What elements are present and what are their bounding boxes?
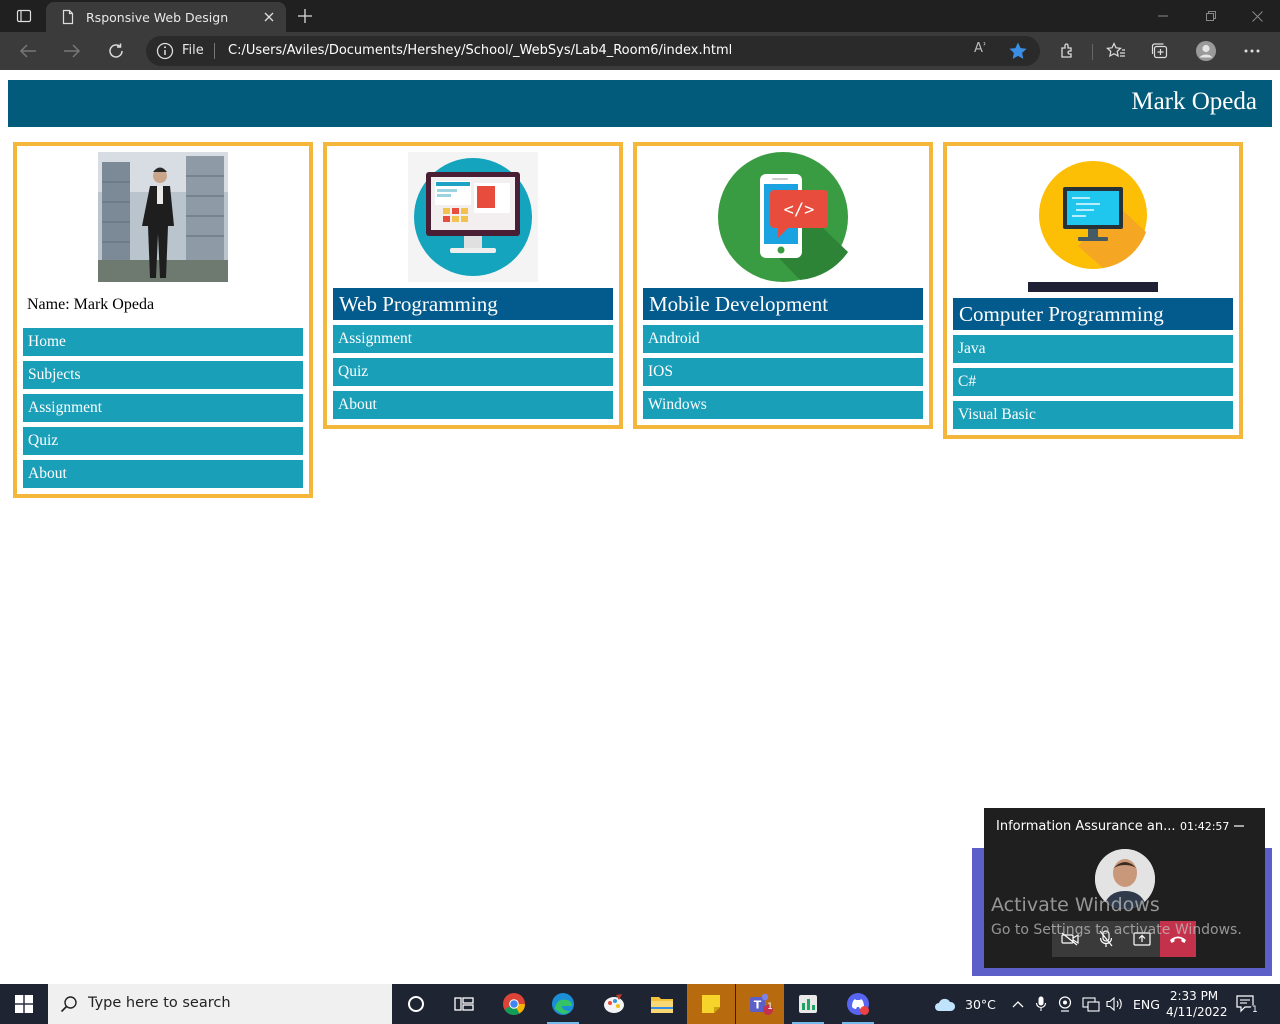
site-owner-name: Mark Opeda — [1131, 88, 1257, 115]
teams-app-icon[interactable]: T 1 — [736, 984, 784, 1024]
meeting-timer: 01:42:57 — [1180, 820, 1230, 833]
minimize-call-icon[interactable] — [1234, 816, 1250, 834]
windows-start-icon[interactable] — [0, 984, 48, 1024]
address-divider — [214, 43, 215, 59]
cp-link-java[interactable]: Java — [953, 335, 1233, 363]
cloud-icon — [935, 998, 956, 1011]
cortana-icon[interactable] — [392, 984, 440, 1024]
restore-icon[interactable] — [1188, 0, 1234, 32]
mobile-development-image: </> — [718, 152, 848, 282]
cp-link-visual-basic[interactable]: Visual Basic — [953, 401, 1233, 429]
back-icon[interactable] — [13, 37, 43, 65]
teams-call-window[interactable]: Information Assurance an... 01:42:57 — [984, 808, 1265, 968]
task-view-icon[interactable] — [440, 984, 488, 1024]
nav-link-home[interactable]: Home — [23, 328, 303, 356]
web-link-assignment[interactable]: Assignment — [333, 325, 613, 353]
hang-up-icon[interactable] — [1160, 921, 1196, 957]
volume-icon[interactable] — [1106, 984, 1124, 1024]
temperature: 30°C — [965, 996, 996, 1012]
nav-link-about[interactable]: About — [23, 460, 303, 488]
page-icon — [62, 9, 74, 25]
network-icon[interactable] — [1082, 984, 1100, 1024]
close-window-icon[interactable] — [1234, 0, 1280, 32]
computer-programming-card: Computer Programming Java C# Visual Basi… — [943, 142, 1243, 439]
call-controls — [1052, 921, 1196, 957]
microphone-icon[interactable] — [1036, 984, 1046, 1024]
extensions-icon[interactable] — [1056, 40, 1080, 62]
meeting-title: Information Assurance an... — [996, 819, 1176, 834]
site-header: Mark Opeda — [8, 80, 1272, 127]
collections-icon[interactable] — [1148, 40, 1172, 62]
favorites-icon[interactable] — [1104, 40, 1128, 62]
minimize-icon[interactable] — [1140, 0, 1186, 32]
url-text[interactable]: C:/Users/Aviles/Documents/Hershey/School… — [228, 43, 732, 58]
weather-widget[interactable]: 30°C — [934, 984, 996, 1024]
webcam-icon[interactable] — [1058, 984, 1072, 1024]
web-programming-card: Web Programming Assignment Quiz About — [323, 142, 623, 429]
card-heading-mobile-development: Mobile Development — [643, 288, 923, 320]
card-heading-web-programming: Web Programming — [333, 288, 613, 320]
share-screen-icon[interactable] — [1124, 921, 1160, 957]
profile-card: Name: Mark Opeda Home Subjects Assignmen… — [13, 142, 313, 498]
clock-time: 2:33 PM — [1169, 989, 1219, 1003]
taskbar-search-box[interactable]: Type here to search — [48, 984, 392, 1024]
svg-text:</>: </> — [784, 200, 815, 220]
favorite-star-icon[interactable] — [1008, 41, 1028, 61]
web-programming-image — [408, 152, 538, 282]
notification-center-icon[interactable]: 1 — [1236, 984, 1266, 1024]
mic-off-icon[interactable] — [1088, 921, 1124, 957]
clock-date: 4/11/2022 — [1166, 1005, 1228, 1019]
edge-app-icon[interactable] — [539, 984, 587, 1024]
discord-app-icon[interactable] — [834, 984, 882, 1024]
nav-link-subjects[interactable]: Subjects — [23, 361, 303, 389]
participant-avatar — [1095, 849, 1155, 909]
taskbar-clock[interactable]: 2:33 PM 4/11/2022 — [1166, 988, 1228, 1020]
teams-badge: 1 — [767, 1002, 773, 1012]
profile-avatar-icon[interactable] — [1194, 40, 1218, 62]
language-indicator[interactable]: ENG — [1133, 984, 1160, 1024]
refresh-icon[interactable] — [101, 37, 131, 65]
browser-tab-bar: Rsponsive Web Design — [0, 0, 1280, 32]
browser-toolbar: File C:/Users/Aviles/Documents/Hershey/S… — [0, 32, 1280, 70]
taskbar: Type here to search T 1 30°C ENG 2:33 PM… — [0, 984, 1280, 1024]
show-hidden-icons-chevron-icon[interactable] — [1012, 984, 1024, 1024]
scheme-label: File — [182, 43, 204, 58]
toolbar-divider — [1092, 44, 1093, 60]
tab-actions-icon[interactable] — [8, 4, 40, 28]
mobile-development-card: </> Mobile Development Android IOS Windo… — [633, 142, 933, 429]
search-icon — [60, 996, 77, 1013]
mobile-link-android[interactable]: Android — [643, 325, 923, 353]
camera-off-icon[interactable] — [1052, 921, 1088, 957]
address-bar[interactable]: File C:/Users/Aviles/Documents/Hershey/S… — [146, 36, 1040, 66]
more-options-icon[interactable] — [1240, 40, 1264, 62]
browser-tab[interactable]: Rsponsive Web Design — [46, 2, 286, 32]
forward-icon[interactable] — [57, 37, 87, 65]
excel-chart-app-icon[interactable] — [784, 984, 832, 1024]
nav-link-assignment[interactable]: Assignment — [23, 394, 303, 422]
chrome-app-icon[interactable] — [490, 984, 538, 1024]
card-heading-computer-programming: Computer Programming — [953, 298, 1233, 330]
web-link-about[interactable]: About — [333, 391, 613, 419]
computer-programming-image — [1028, 152, 1158, 292]
file-explorer-icon[interactable] — [638, 984, 686, 1024]
nav-link-quiz[interactable]: Quiz — [23, 427, 303, 455]
read-aloud-icon[interactable]: Aʾ — [974, 41, 994, 61]
new-tab-icon[interactable] — [292, 4, 318, 28]
profile-photo — [98, 152, 228, 282]
paint-app-icon[interactable] — [590, 984, 638, 1024]
tab-close-icon[interactable] — [258, 6, 280, 28]
sticky-notes-icon[interactable] — [687, 984, 735, 1024]
mobile-link-ios[interactable]: IOS — [643, 358, 923, 386]
tab-title: Rsponsive Web Design — [86, 9, 229, 25]
notification-count: 1 — [1250, 1005, 1260, 1015]
site-info-icon[interactable] — [156, 42, 174, 60]
web-link-quiz[interactable]: Quiz — [333, 358, 613, 386]
profile-name: Name: Mark Opeda — [27, 296, 155, 313]
cp-link-csharp[interactable]: C# — [953, 368, 1233, 396]
mobile-link-windows[interactable]: Windows — [643, 391, 923, 419]
svg-text:T: T — [754, 999, 762, 1012]
search-placeholder: Type here to search — [88, 995, 231, 1011]
